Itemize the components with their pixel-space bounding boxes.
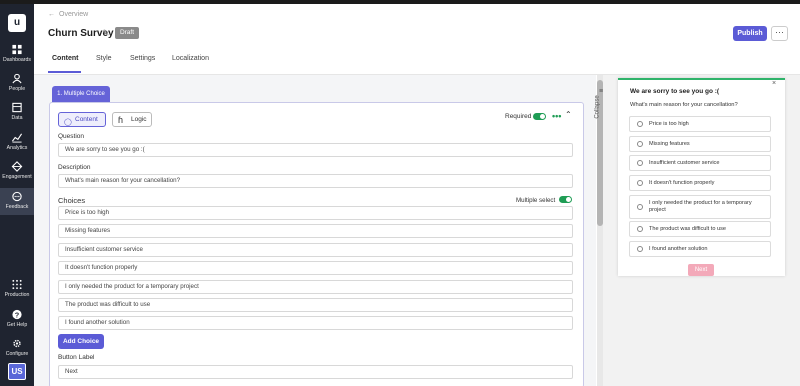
sidebar-item-feedback[interactable]: Feedback — [0, 188, 34, 215]
publish-button[interactable]: Publish — [733, 26, 767, 41]
radio-icon — [637, 246, 643, 252]
logic-button-label: Logic — [131, 116, 147, 123]
breadcrumb[interactable]: ← Overview — [48, 11, 88, 18]
description-input[interactable]: What's main reason for your cancellation… — [58, 174, 573, 188]
svg-text:?: ? — [15, 310, 20, 319]
choice-input[interactable]: Insufficient customer service — [58, 243, 573, 257]
choices-heading: Choices — [58, 196, 86, 205]
preview-option[interactable]: The product was difficult to use — [629, 221, 771, 237]
preview-title: We are sorry to see you go :( — [630, 88, 720, 95]
sidebar-item-label: Production — [4, 292, 30, 298]
sidebar-item-label: Data — [11, 115, 23, 121]
database-icon — [12, 102, 22, 113]
preview-option[interactable]: Insufficient customer service — [629, 155, 771, 171]
required-label: Required — [505, 113, 532, 120]
question-menu-icon[interactable]: ••• — [552, 111, 561, 121]
radio-icon — [637, 204, 643, 210]
people-icon — [12, 73, 22, 84]
edit-pencil-icon[interactable]: ✎ — [102, 28, 110, 39]
grid-icon — [12, 44, 22, 55]
preview-option-label: Price is too high — [649, 121, 689, 127]
preview-option[interactable]: I found another solution — [629, 241, 771, 257]
radio-icon — [637, 226, 643, 232]
more-options-button[interactable]: ··· — [771, 26, 788, 41]
preview-option[interactable]: Missing features — [629, 136, 771, 152]
preview-option-label: Insufficient customer service — [649, 160, 720, 166]
tab-content[interactable]: Content — [52, 55, 78, 62]
sidebar-item-configure[interactable]: Configure — [0, 338, 34, 360]
sidebar-item-dashboards[interactable]: Dashboards — [0, 44, 34, 66]
multiple-select-toggle[interactable] — [559, 196, 572, 203]
description-label: Description — [58, 164, 91, 171]
radio-icon — [637, 160, 643, 166]
chart-icon — [11, 133, 23, 143]
preview-option-label: The product was difficult to use — [649, 226, 727, 232]
multiple-select-label: Multiple select — [516, 197, 556, 204]
status-badge: Draft — [115, 27, 139, 39]
sidebar-item-label: Analytics — [6, 145, 28, 151]
sidebar-item-production[interactable]: Production — [0, 279, 34, 301]
app-logo[interactable]: u — [8, 14, 26, 32]
back-arrow-icon: ← — [48, 11, 55, 18]
close-icon[interactable]: × — [772, 80, 776, 87]
sidebar-item-engagement[interactable]: Engagement — [0, 161, 34, 185]
choice-input[interactable]: It doesn't function properly — [58, 261, 573, 275]
radio-icon — [637, 141, 643, 147]
diamond-icon — [11, 161, 23, 172]
question-label: Question — [58, 133, 85, 140]
radio-icon — [637, 121, 643, 127]
chevron-up-icon[interactable]: ⌃ — [565, 110, 572, 119]
sidebar-item-people[interactable]: People — [0, 73, 34, 95]
preview-subtitle: What's main reason for your cancellation… — [630, 102, 738, 108]
preview-option-label: I only needed the product for a temporar… — [649, 200, 752, 213]
button-label-input[interactable]: Next — [58, 365, 573, 379]
avatar[interactable]: US — [8, 363, 26, 380]
choice-input[interactable]: I only needed the product for a temporar… — [58, 280, 573, 294]
breadcrumb-label: Overview — [59, 11, 89, 18]
sidebar-item-label: People — [8, 86, 26, 92]
top-bar — [0, 0, 800, 4]
preview-option-label: Missing features — [649, 141, 690, 147]
preview-next-button[interactable]: Next — [688, 264, 714, 276]
sidebar: u Dashboards People Data Analytics Engag… — [0, 4, 34, 386]
tab-settings[interactable]: Settings — [130, 55, 155, 62]
sidebar-item-label: Get Help — [6, 322, 28, 328]
choice-input[interactable]: Price is too high — [58, 206, 573, 220]
choice-input[interactable]: The product was difficult to use — [58, 298, 573, 312]
preview-option[interactable]: Price is too high — [629, 116, 771, 132]
logic-branch-icon: ɦ — [118, 115, 124, 125]
content-button[interactable]: ◯ Content — [58, 112, 106, 127]
sidebar-item-label: Engagement — [2, 174, 32, 180]
radio-icon — [637, 180, 643, 186]
sidebar-item-get-help[interactable]: ? Get Help — [0, 309, 34, 331]
question-type-pill[interactable]: 1. Multiple Choice — [52, 86, 110, 102]
preview-option-label: I found another solution — [649, 246, 708, 252]
sidebar-item-label: Configure — [5, 351, 29, 357]
tab-localization[interactable]: Localization — [172, 55, 209, 62]
content-button-label: Content — [75, 116, 98, 123]
sidebar-item-label: Dashboards — [3, 57, 31, 63]
required-toggle[interactable] — [533, 113, 546, 120]
gear-icon — [13, 339, 21, 348]
tab-style[interactable]: Style — [96, 55, 112, 62]
collapse-label: Collapse — [594, 95, 601, 119]
choice-input[interactable]: I found another solution — [58, 316, 573, 330]
add-choice-button[interactable]: Add Choice — [58, 334, 104, 349]
preview-option[interactable]: It doesn't function properly — [629, 175, 771, 191]
choice-input[interactable]: Missing features — [58, 224, 573, 238]
button-label-heading: Button Label — [58, 354, 95, 361]
preview-option-label: It doesn't function properly — [649, 180, 715, 186]
sidebar-item-data[interactable]: Data — [0, 102, 34, 124]
active-tab-indicator — [48, 71, 81, 73]
apps-grid-icon — [12, 279, 22, 290]
help-icon: ? — [12, 309, 22, 319]
logic-button[interactable]: ɦ Logic — [112, 112, 152, 127]
preview-option[interactable]: I only needed the product for a temporar… — [629, 195, 771, 219]
question-input[interactable]: We are sorry to see you go :( — [58, 143, 573, 157]
speech-bubble-icon: ◯ — [64, 119, 72, 126]
sidebar-item-label: Feedback — [5, 204, 29, 210]
sidebar-item-analytics[interactable]: Analytics — [0, 132, 34, 154]
chat-icon — [12, 191, 22, 202]
